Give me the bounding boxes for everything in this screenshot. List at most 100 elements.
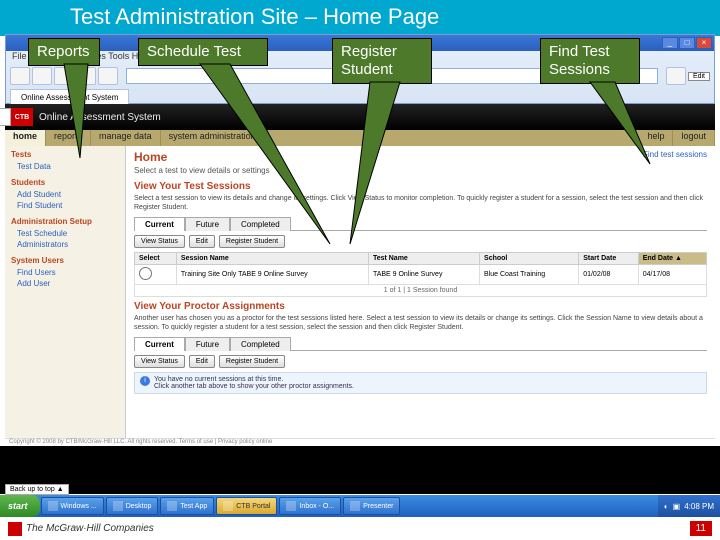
edit-session-button[interactable]: Edit <box>189 235 215 248</box>
app-icon <box>48 501 58 511</box>
proctor-tabs: Current Future Completed <box>134 336 707 351</box>
page-heading: Home <box>134 150 707 164</box>
nav-add-user[interactable]: Add User <box>11 278 119 289</box>
proctor-view-status-button[interactable]: View Status <box>134 355 185 368</box>
footer-brand-text: The McGraw·Hill Companies <box>26 523 154 534</box>
sessions-pager: 1 of 1 | 1 Session found <box>134 285 707 297</box>
close-button[interactable]: × <box>696 37 712 49</box>
row-select-radio[interactable] <box>139 267 152 280</box>
proctor-tab-current[interactable]: Current <box>134 337 185 351</box>
nav-test-schedule[interactable]: Test Schedule <box>11 228 119 239</box>
proctor-tab-completed[interactable]: Completed <box>230 337 291 351</box>
task-item[interactable]: Inbox - O... <box>279 497 341 515</box>
browser-menubar[interactable]: File Edit View Favorites Tools Help <box>6 51 714 65</box>
tab-manage-data[interactable]: manage data <box>91 130 161 146</box>
cell-start: 01/02/08 <box>579 265 639 285</box>
tab-help[interactable]: help <box>639 130 673 146</box>
cell-test-name: TABE 9 Online Survey <box>368 265 479 285</box>
content-area: Tests Test Data Students Add Student Fin… <box>5 146 715 446</box>
back-button[interactable] <box>10 67 30 85</box>
col-end-date[interactable]: End Date ▲ <box>638 253 706 265</box>
tray-icon[interactable]: ▣ <box>673 502 681 511</box>
col-school[interactable]: School <box>480 253 579 265</box>
nav-group-students: Students <box>11 178 119 187</box>
proctor-register-student-button[interactable]: Register Student <box>219 355 285 368</box>
sessions-tab-completed[interactable]: Completed <box>230 217 291 231</box>
browser-toolbar: Edit <box>6 65 714 87</box>
proctor-edit-button[interactable]: Edit <box>189 355 215 368</box>
proctor-empty-info: i You have no current sessions at this t… <box>134 372 707 394</box>
left-nav: Tests Test Data Students Add Student Fin… <box>5 146 125 446</box>
minimize-button[interactable]: _ <box>662 37 678 49</box>
nav-add-student[interactable]: Add Student <box>11 189 119 200</box>
system-tray[interactable]: ◐ ▣ 4:08 PM <box>658 495 720 517</box>
app-icon <box>350 501 360 511</box>
col-start-date[interactable]: Start Date <box>579 253 639 265</box>
start-button[interactable]: start <box>0 495 40 517</box>
cell-session-name: Training Site Only TABE 9 Online Survey <box>176 265 368 285</box>
refresh-button[interactable] <box>76 67 96 85</box>
sessions-heading: View Your Test Sessions <box>134 181 707 192</box>
ctb-logo: CTB <box>11 108 33 126</box>
tray-icon[interactable]: ◐ <box>664 502 669 511</box>
clock: 4:08 PM <box>684 502 714 511</box>
tab-system-admin[interactable]: system administration <box>161 130 265 146</box>
nav-group-tests: Tests <box>11 150 119 159</box>
home-button[interactable] <box>98 67 118 85</box>
app-icon <box>167 501 177 511</box>
nav-test-data[interactable]: Test Data <box>11 161 119 172</box>
brand-text: Online Assessment System <box>39 112 161 123</box>
task-item[interactable]: Test App <box>160 497 214 515</box>
proctor-heading: View Your Proctor Assignments <box>134 301 707 312</box>
go-button[interactable] <box>666 67 686 85</box>
tab-logout[interactable]: logout <box>673 130 715 146</box>
col-session-name[interactable]: Session Name <box>176 253 368 265</box>
tab-reports[interactable]: reports <box>46 130 91 146</box>
info-line2: Click another tab above to show your oth… <box>154 383 354 390</box>
sessions-table: Select Session Name Test Name School Sta… <box>134 252 707 285</box>
task-item[interactable]: Windows ... <box>41 497 104 515</box>
sessions-toolbar: View Status Edit Register Student <box>134 235 707 248</box>
sessions-tab-future[interactable]: Future <box>185 217 230 231</box>
app-icon <box>113 501 123 511</box>
info-line1: You have no current sessions at this tim… <box>154 376 354 383</box>
sessions-tabs: Current Future Completed <box>134 216 707 231</box>
proctor-toolbar: View Status Edit Register Student <box>134 355 707 368</box>
tab-home[interactable]: home <box>5 130 46 146</box>
windows-taskbar: start Windows ... Desktop Test App CTB P… <box>0 495 720 517</box>
col-test-name[interactable]: Test Name <box>368 253 479 265</box>
sessions-blurb: Select a test session to view its detail… <box>134 194 707 212</box>
view-status-button[interactable]: View Status <box>134 235 185 248</box>
edit-badge[interactable]: Edit <box>688 72 710 81</box>
col-select[interactable]: Select <box>135 253 177 265</box>
nav-group-admin-setup: Administration Setup <box>11 217 119 226</box>
register-student-button[interactable]: Register Student <box>219 235 285 248</box>
address-bar[interactable] <box>126 68 658 84</box>
maximize-button[interactable]: □ <box>679 37 695 49</box>
slide-number: 11 <box>690 521 712 536</box>
find-test-sessions-link[interactable]: Find test sessions <box>643 150 707 159</box>
cell-school: Blue Coast Training <box>480 265 579 285</box>
app-icon <box>286 501 296 511</box>
nav-find-users[interactable]: Find Users <box>11 267 119 278</box>
proctor-tab-future[interactable]: Future <box>185 337 230 351</box>
app-icon <box>223 501 233 511</box>
page-subhead: Select a test to view details or setting… <box>134 166 707 175</box>
titlebar: _ □ × <box>6 35 714 51</box>
table-row[interactable]: Training Site Only TABE 9 Online Survey … <box>135 265 707 285</box>
nav-administrators[interactable]: Administrators <box>11 239 119 250</box>
browser-tab[interactable]: Online Assessment System <box>10 89 129 105</box>
task-item[interactable]: CTB Portal <box>216 497 277 515</box>
forward-button[interactable] <box>32 67 52 85</box>
main-panel: Find test sessions Home Select a test to… <box>125 146 715 446</box>
slide-title: Test Administration Site – Home Page <box>0 0 720 36</box>
stop-button[interactable] <box>54 67 74 85</box>
back-to-top-button[interactable]: Back up to top ▲ <box>5 484 69 495</box>
black-bar <box>0 446 720 494</box>
logo-mark <box>8 522 22 536</box>
task-item[interactable]: Desktop <box>106 497 159 515</box>
task-item[interactable]: Presenter <box>343 497 400 515</box>
nav-find-student[interactable]: Find Student <box>11 200 119 211</box>
sessions-tab-current[interactable]: Current <box>134 217 185 231</box>
info-icon: i <box>140 376 150 386</box>
